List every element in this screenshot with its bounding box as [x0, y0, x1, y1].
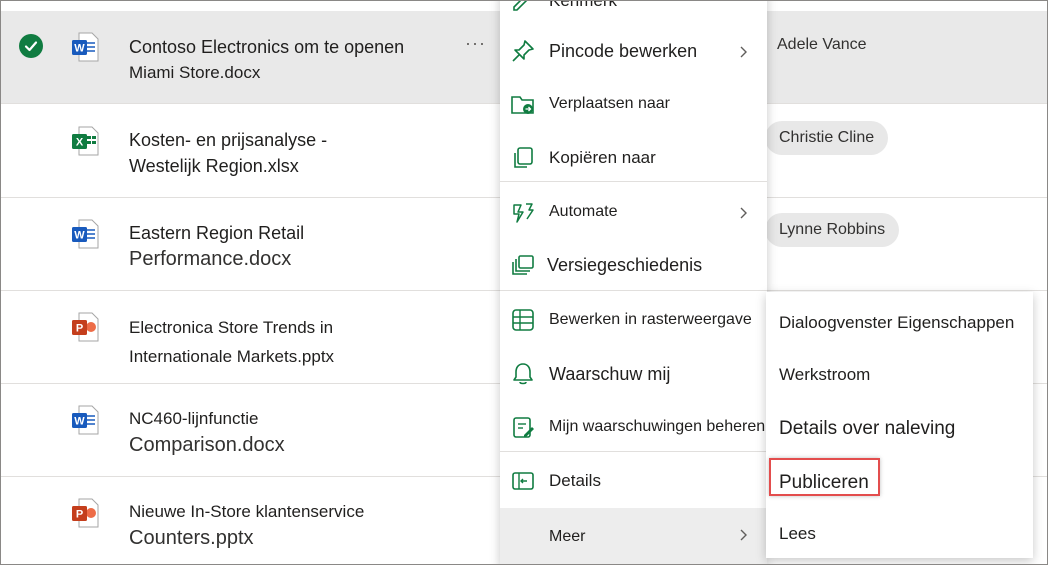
word-file-icon: W [71, 218, 99, 250]
svg-text:P: P [76, 509, 83, 521]
submenu-item-workflow[interactable]: Werkstroom [766, 349, 1033, 401]
menu-item-label: Waarschuw mij [549, 363, 671, 384]
menu-item-label: Kopiëren naar [549, 148, 656, 167]
menu-item-label: Versiegeschiedenis [547, 254, 703, 275]
grid-icon [510, 307, 536, 333]
file-name-line2: Performance.docx [129, 248, 292, 270]
menu-separator [500, 290, 767, 291]
menu-item-label: Meer [549, 528, 586, 545]
file-name-line2: Counters.pptx [129, 527, 254, 549]
menu-item-version-history[interactable]: Versiegeschiedenis [500, 239, 767, 291]
pin-icon [510, 38, 536, 64]
file-name-line2: Miami Store.docx [129, 63, 261, 82]
menu-item-label: Verplaatsen naar [549, 95, 670, 112]
word-file-icon: W [71, 404, 99, 436]
version-history-icon [510, 252, 536, 278]
menu-item-move-to[interactable]: Verplaatsen naar [500, 78, 767, 130]
file-name-line1: Electronica Store Trends in [129, 318, 334, 337]
automate-icon [510, 199, 536, 225]
file-name-line1: Eastern Region Retail [129, 223, 305, 243]
chevron-right-icon [738, 45, 750, 58]
file-name[interactable]: Contoso Electronics om te openen Miami S… [129, 34, 404, 86]
menu-item-more[interactable]: Meer [500, 508, 767, 564]
menu-separator [500, 181, 767, 182]
menu-item-pin[interactable]: Pincode bewerken [500, 25, 767, 77]
file-name[interactable]: NC460-lijnfunctie Comparison.docx [129, 406, 285, 458]
submenu-item-label: Publiceren [779, 472, 869, 493]
move-folder-icon [510, 91, 536, 117]
file-name-line2: Internationale Markets.pptx [129, 347, 335, 366]
file-name-line1: Contoso Electronics om te openen [129, 37, 405, 57]
menu-item-alert-me[interactable]: Waarschuw mij [500, 348, 767, 400]
file-name[interactable]: Nieuwe In-Store klantenservice Counters.… [129, 499, 364, 551]
menu-item-label: Mijn waarschuwingen beheren [549, 418, 766, 435]
modified-by-pill[interactable]: Christie Cline [765, 121, 889, 155]
menu-item-label: Bewerken in rasterweergave [549, 311, 752, 328]
menu-item-label: Pincode bewerken [549, 40, 698, 61]
menu-item-grid-edit[interactable]: Bewerken in rasterweergave [500, 294, 767, 346]
powerpoint-file-icon: P [71, 497, 99, 529]
menu-item-copy-to[interactable]: Kopiëren naar [500, 132, 767, 184]
more-submenu: Dialoogvenster Eigenschappen Werkstroom … [766, 292, 1033, 558]
checkmark-icon[interactable] [19, 34, 43, 58]
chevron-right-icon [738, 528, 750, 541]
submenu-item-publish[interactable]: Publiceren [766, 455, 1033, 507]
file-name[interactable]: Electronica Store Trends in Internationa… [129, 313, 334, 371]
menu-item-manage-alerts[interactable]: Mijn waarschuwingen beheren [500, 401, 767, 453]
copy-icon [510, 145, 536, 171]
details-icon [510, 468, 536, 494]
app-frame: W Contoso Electronics om te openen Miami… [0, 0, 1048, 565]
menu-item-details[interactable]: Details [500, 455, 767, 507]
menu-item-label: Automate [549, 203, 618, 220]
submenu-item-label: Dialoogvenster Eigenschappen [779, 313, 1015, 332]
powerpoint-file-icon: P [71, 311, 99, 343]
svg-text:W: W [74, 230, 85, 242]
manage-alerts-icon [510, 414, 536, 440]
more-actions-icon[interactable]: ··· [465, 33, 486, 54]
menu-separator [500, 451, 767, 452]
file-name-line2: Comparison.docx [129, 434, 285, 456]
svg-text:W: W [74, 43, 85, 55]
submenu-item-label: Details over naleving [779, 418, 956, 439]
file-name-line1: NC460-lijnfunctie [129, 409, 259, 428]
submenu-item-label: Lees [779, 524, 816, 543]
excel-file-icon: X [71, 125, 99, 157]
file-name-line1: Nieuwe In-Store klantenservice [129, 502, 365, 521]
context-menu: Kenmerk Pincode bewerken Verplaatsen naa… [500, 0, 767, 564]
modified-by-pill[interactable]: Lynne Robbins [765, 213, 900, 247]
submenu-item-compliance[interactable]: Details over naleving [766, 402, 1033, 454]
menu-item-automate[interactable]: Automate [500, 186, 767, 238]
menu-item-label: Details [549, 471, 601, 490]
menu-item-rename[interactable]: Kenmerk [500, 0, 767, 27]
svg-text:X: X [76, 137, 84, 149]
word-file-icon: W [71, 31, 99, 63]
bell-icon [510, 361, 536, 387]
file-name[interactable]: Eastern Region Retail Performance.docx [129, 220, 304, 272]
modified-by: Adele Vance [777, 36, 867, 53]
file-name-line2: Westelijk Region.xlsx [129, 156, 299, 176]
submenu-item-read[interactable]: Lees [766, 508, 1033, 560]
svg-text:W: W [74, 416, 85, 428]
submenu-item-label: Werkstroom [779, 365, 871, 384]
rename-icon [510, 1, 536, 13]
menu-item-label: Kenmerk [549, 0, 618, 10]
svg-text:P: P [76, 323, 83, 335]
file-name[interactable]: Kosten- en prijsanalyse - Westelijk Regi… [129, 127, 327, 179]
chevron-right-icon [738, 206, 750, 219]
submenu-item-properties[interactable]: Dialoogvenster Eigenschappen [766, 296, 1033, 348]
file-name-line1: Kosten- en prijsanalyse - [129, 130, 328, 150]
